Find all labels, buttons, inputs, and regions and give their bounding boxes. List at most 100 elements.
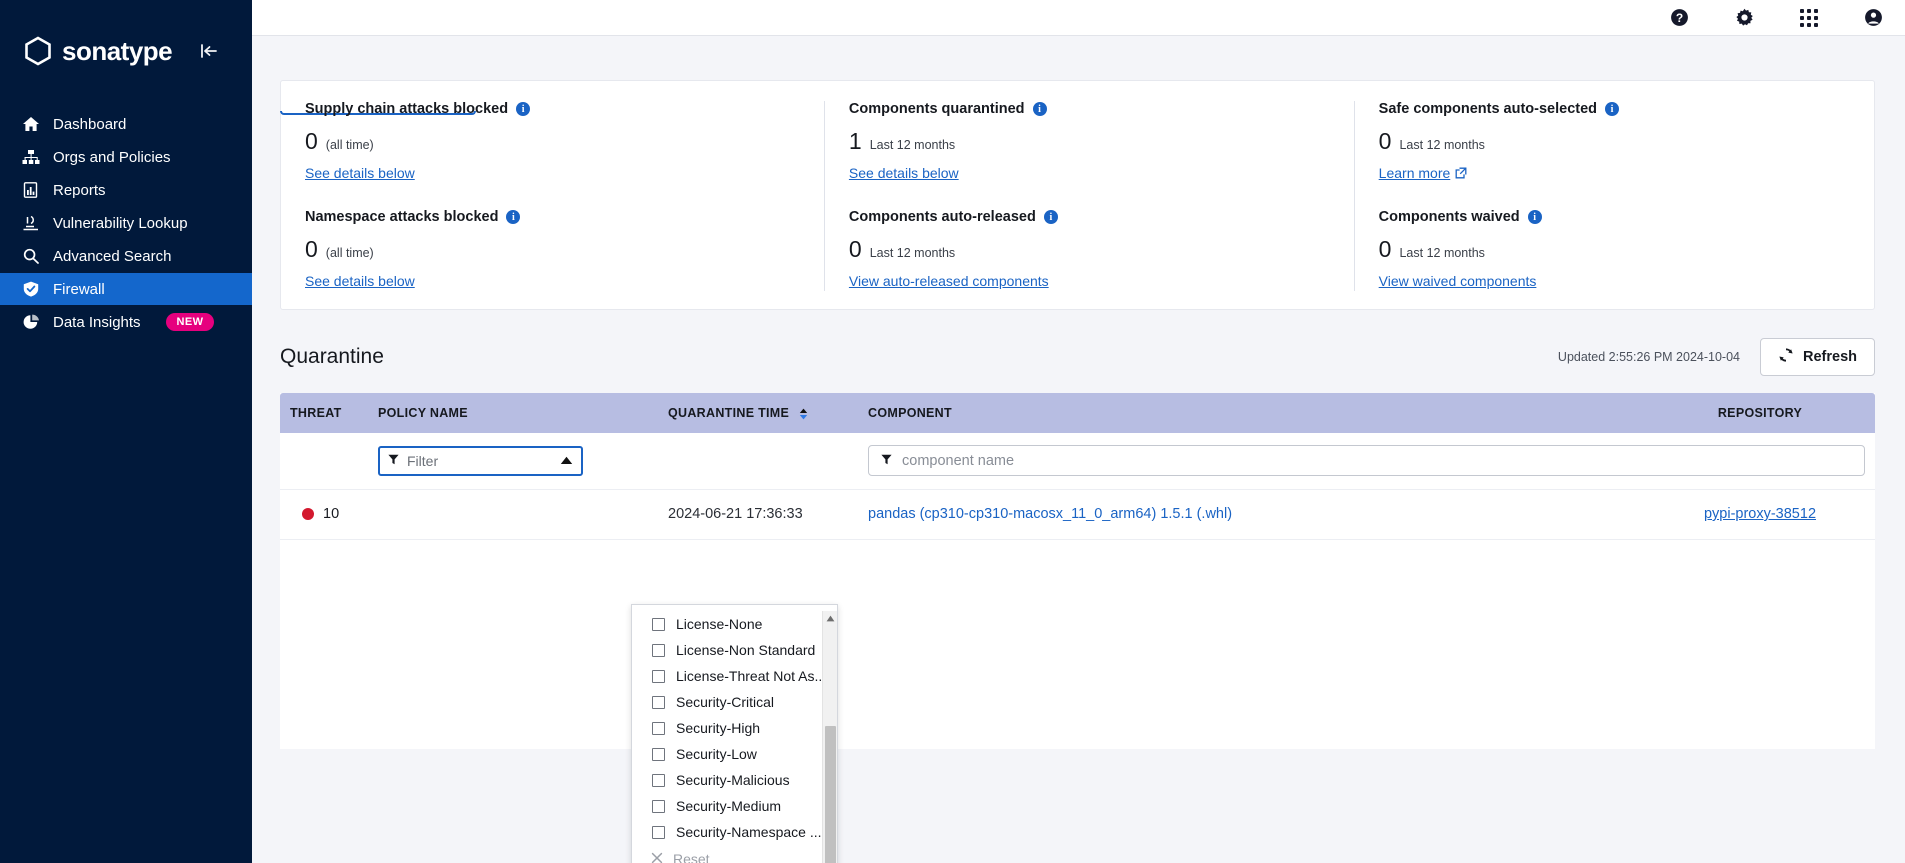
info-icon[interactable]: i	[506, 210, 521, 224]
table-header: THREAT POLICY NAME QUARANTINE TIME COMPO…	[280, 393, 1875, 433]
metric-value: 0	[848, 236, 862, 262]
refresh-icon	[1778, 347, 1794, 367]
main-content: ? Supply chain attacks blocked i 0 (all …	[252, 0, 1905, 863]
metric-link-see-details-below[interactable]: See details below	[305, 273, 415, 289]
metric-title-text: Namespace attacks blocked	[305, 209, 499, 225]
metric-title: Namespace attacks blocked i	[305, 209, 800, 225]
policy-option-security-high[interactable]: Security-High	[632, 715, 837, 741]
checkbox-icon[interactable]	[652, 799, 665, 813]
metric-link-view-auto-released-components[interactable]: View auto-released components	[849, 273, 1049, 289]
metric-link-learn-more[interactable]: Learn more	[1379, 165, 1468, 181]
column-header-quarantine-time[interactable]: QUARANTINE TIME	[658, 393, 858, 433]
component-link[interactable]: pandas (cp310-cp310-macosx_11_0_arm64) 1…	[868, 506, 1232, 522]
metric-namespace-attacks-blocked: Namespace attacks blocked i 0 (all time)…	[305, 209, 800, 291]
scrollbar-thumb[interactable]	[825, 726, 836, 863]
component-name-input[interactable]	[902, 452, 1852, 469]
sort-arrows-icon[interactable]	[799, 408, 808, 420]
metric-link-see-details-below[interactable]: See details below	[849, 165, 959, 181]
policy-option-license-threat-not-assigned[interactable]: License-Threat Not As...	[632, 663, 837, 689]
sidebar-item-firewall[interactable]: Firewall	[0, 273, 252, 305]
info-icon[interactable]: i	[1043, 210, 1058, 224]
quarantine-table: THREAT POLICY NAME QUARANTINE TIME COMPO…	[280, 393, 1875, 749]
policy-option-security-critical[interactable]: Security-Critical	[632, 689, 837, 715]
policy-option-label: Security-High	[676, 720, 761, 736]
checkbox-icon[interactable]	[652, 721, 665, 735]
chevron-up-icon[interactable]	[560, 452, 573, 470]
sidebar-item-advanced-search[interactable]: Advanced Search	[0, 240, 252, 272]
column-header-threat[interactable]: THREAT	[280, 393, 368, 433]
checkbox-icon[interactable]	[652, 695, 665, 709]
column-header-policy-name[interactable]: POLICY NAME	[368, 393, 658, 433]
policy-name-filter-dropdown[interactable]: License-None License-Non Standard Licens…	[631, 604, 838, 863]
metric-value-row: 1 Last 12 months	[849, 130, 1330, 153]
metric-link-label: See details below	[305, 273, 415, 289]
sidebar-nav: Dashboard Orgs and Policies Reports Vuln…	[0, 108, 252, 338]
cell-quarantine-time: 2024-06-21 17:36:33	[658, 489, 858, 540]
sidebar-item-dashboard[interactable]: Dashboard	[0, 108, 252, 140]
metric-period: Last 12 months	[869, 138, 956, 152]
metric-components-quarantined: Components quarantined i 1 Last 12 month…	[849, 101, 1330, 183]
microscope-icon	[22, 214, 40, 232]
info-icon[interactable]: i	[1527, 210, 1542, 224]
firewall-metrics-card: Supply chain attacks blocked i 0 (all ti…	[280, 80, 1875, 310]
table-filter-row: Filter	[280, 433, 1875, 490]
table-row[interactable]: 10 2024-06-21 17:36:33 pandas (cp310-cp3…	[280, 489, 1875, 540]
brand-header: sonatype	[0, 0, 252, 70]
metric-supply-chain-attacks-blocked: Supply chain attacks blocked i 0 (all ti…	[305, 101, 800, 183]
dropdown-scrollbar[interactable]	[822, 611, 837, 863]
metric-value-row: 0 Last 12 months	[849, 238, 1330, 261]
home-icon	[22, 115, 40, 133]
policy-option-license-non-standard[interactable]: License-Non Standard	[632, 637, 837, 663]
policy-option-security-medium[interactable]: Security-Medium	[632, 793, 837, 819]
policy-option-label: License-None	[676, 616, 763, 632]
info-icon[interactable]: i	[516, 102, 531, 116]
policy-option-security-namespace[interactable]: Security-Namespace ...	[632, 819, 837, 845]
checkbox-icon[interactable]	[652, 669, 665, 683]
gear-icon[interactable]	[1735, 8, 1754, 27]
checkbox-icon[interactable]	[652, 617, 665, 631]
sidebar-item-vulnerability-lookup[interactable]: Vulnerability Lookup	[0, 207, 252, 239]
cell-component: pandas (cp310-cp310-macosx_11_0_arm64) 1…	[858, 489, 1645, 540]
repository-link[interactable]: pypi-proxy-38512	[1704, 506, 1816, 522]
component-name-search[interactable]	[868, 445, 1865, 477]
checkbox-icon[interactable]	[652, 747, 665, 761]
column-header-repository[interactable]: REPOSITORY	[1645, 393, 1875, 433]
metric-link-label: See details below	[305, 165, 415, 181]
filter-cell-quarantine-time	[658, 433, 858, 490]
policy-option-security-low[interactable]: Security-Low	[632, 741, 837, 767]
sidebar-item-data-insights[interactable]: Data Insights NEW	[0, 306, 252, 338]
collapse-panel-icon[interactable]	[200, 43, 218, 59]
metrics-column-attacks: Supply chain attacks blocked i 0 (all ti…	[281, 101, 824, 291]
metric-components-auto-released: Components auto-released i 0 Last 12 mon…	[849, 209, 1330, 291]
column-header-component[interactable]: COMPONENT	[858, 393, 1645, 433]
metric-period: Last 12 months	[1399, 138, 1485, 152]
info-icon[interactable]: i	[1605, 102, 1620, 116]
sidebar-item-orgs-and-policies[interactable]: Orgs and Policies	[0, 141, 252, 173]
sidebar-item-label: Vulnerability Lookup	[53, 214, 188, 232]
reset-filter-button[interactable]: Reset	[632, 845, 837, 863]
sidebar-item-label: Dashboard	[53, 115, 127, 133]
refresh-button[interactable]: Refresh	[1760, 338, 1875, 376]
checkbox-icon[interactable]	[652, 773, 665, 787]
user-account-icon[interactable]	[1864, 8, 1883, 27]
sidebar-badge-new: NEW	[165, 313, 215, 331]
metric-link-see-details-below[interactable]: See details below	[305, 165, 415, 181]
filter-cell-component	[858, 433, 1875, 490]
apps-grid-icon[interactable]	[1800, 8, 1818, 27]
policy-name-filter-select[interactable]: Filter	[378, 445, 583, 476]
checkbox-icon[interactable]	[652, 825, 665, 839]
metric-title: Components auto-released i	[849, 209, 1330, 225]
threat-severity-dot-icon	[302, 508, 314, 520]
sidebar-item-label: Data Insights	[53, 313, 141, 331]
policy-option-security-malicious[interactable]: Security-Malicious	[632, 767, 837, 793]
scroll-up-arrow-icon[interactable]	[826, 611, 835, 626]
policy-option-license-none[interactable]: License-None	[632, 611, 837, 637]
help-icon[interactable]: ?	[1670, 8, 1689, 27]
metric-link-label: View auto-released components	[848, 273, 1049, 289]
checkbox-icon[interactable]	[652, 643, 665, 657]
metric-link-view-waived-components[interactable]: View waived components	[1379, 273, 1537, 289]
policy-option-label: Security-Malicious	[676, 772, 790, 788]
info-icon[interactable]: i	[1032, 102, 1047, 116]
sidebar-item-reports[interactable]: Reports	[0, 174, 252, 206]
metric-link-label: View waived components	[1378, 273, 1537, 289]
